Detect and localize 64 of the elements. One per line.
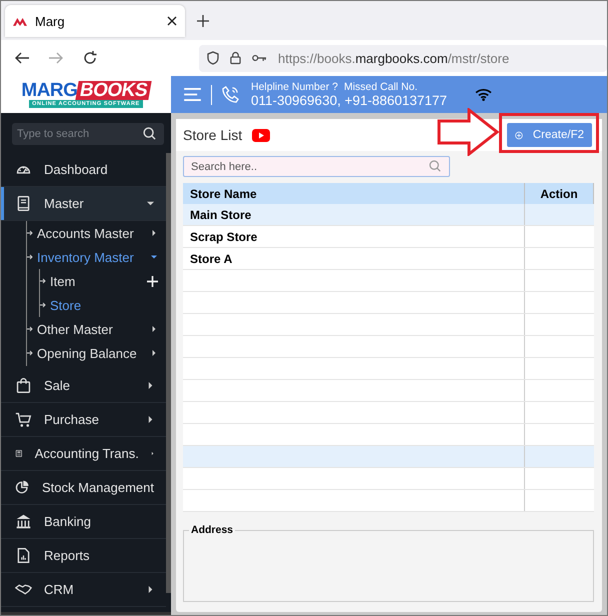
submenu-item[interactable]: Accounts Master <box>27 221 167 245</box>
sidebar-search-field[interactable]: Type to search <box>12 123 164 145</box>
document-icon <box>15 547 32 564</box>
close-icon[interactable] <box>167 16 177 26</box>
tree-arrow-icon <box>40 302 47 308</box>
helpline-numbers: 011-30969630, +91-8860137177 <box>251 93 448 108</box>
pie-chart-icon <box>15 479 30 496</box>
logo-icon <box>13 16 27 26</box>
address-bar[interactable]: https://books.margbooks.com/mstr/store <box>199 44 607 72</box>
new-tab-icon[interactable] <box>197 15 209 27</box>
phone-icon <box>222 86 239 103</box>
url-text: https://books.margbooks.com/mstr/store <box>278 50 510 66</box>
key-icon <box>252 54 267 62</box>
shield-icon <box>207 51 219 65</box>
page-title: Store List <box>183 127 242 143</box>
table-row[interactable] <box>183 270 594 292</box>
bank-icon <box>15 513 32 530</box>
submenu-item[interactable]: Opening Balance <box>27 341 167 365</box>
tree-arrow-icon <box>40 278 47 284</box>
search-icon[interactable] <box>143 127 156 140</box>
table-row[interactable] <box>183 380 594 402</box>
table-row[interactable] <box>183 336 594 358</box>
add-icon[interactable] <box>147 276 158 286</box>
table-row[interactable] <box>183 490 594 512</box>
table-row[interactable]: Store A <box>183 248 594 270</box>
table-row[interactable] <box>183 468 594 490</box>
table-cell: Scrap Store <box>190 230 258 244</box>
cart-icon <box>15 411 32 428</box>
tree-arrow-icon <box>27 350 34 356</box>
submenu-item[interactable]: Inventory Master <box>27 245 167 269</box>
table-cell: Store A <box>190 252 232 266</box>
submenu-item[interactable]: Other Master <box>27 317 167 341</box>
missed-call-label: Missed Call No. <box>344 81 418 93</box>
search-field[interactable]: Search here.. <box>183 156 450 177</box>
tree-arrow-icon <box>27 230 34 236</box>
table-row[interactable] <box>183 314 594 336</box>
bag-icon <box>15 377 32 394</box>
table-cell: Main Store <box>190 208 252 222</box>
sidebar-item[interactable]: Master <box>1 187 166 221</box>
address-legend: Address <box>189 524 236 536</box>
book-icon <box>15 195 32 212</box>
table-row[interactable] <box>183 292 594 314</box>
lock-icon <box>230 51 241 65</box>
table-row[interactable] <box>183 446 594 468</box>
helpline-label: Helpline Number ? <box>251 81 338 93</box>
column-header: Action <box>524 183 594 204</box>
table-row[interactable] <box>183 358 594 380</box>
table-row[interactable] <box>183 402 594 424</box>
submenu-item[interactable]: Store <box>40 293 168 317</box>
video-icon[interactable] <box>252 128 270 142</box>
wifi-icon <box>475 88 492 101</box>
browser-tab[interactable]: Marg <box>5 5 185 37</box>
scrollbar[interactable] <box>166 153 171 593</box>
table-row[interactable]: Scrap Store <box>183 226 594 248</box>
tree-arrow-icon <box>27 254 34 260</box>
tree-arrow-icon <box>27 326 34 332</box>
menu-icon[interactable] <box>184 88 201 101</box>
sidebar-item[interactable]: CRM <box>1 573 166 607</box>
submenu-item[interactable]: Item <box>40 269 168 293</box>
tab-title: Marg <box>35 14 66 28</box>
column-header: Store Name <box>183 183 524 204</box>
forward-icon[interactable] <box>49 52 63 64</box>
reload-icon[interactable] <box>83 51 97 65</box>
back-icon[interactable] <box>15 52 29 64</box>
